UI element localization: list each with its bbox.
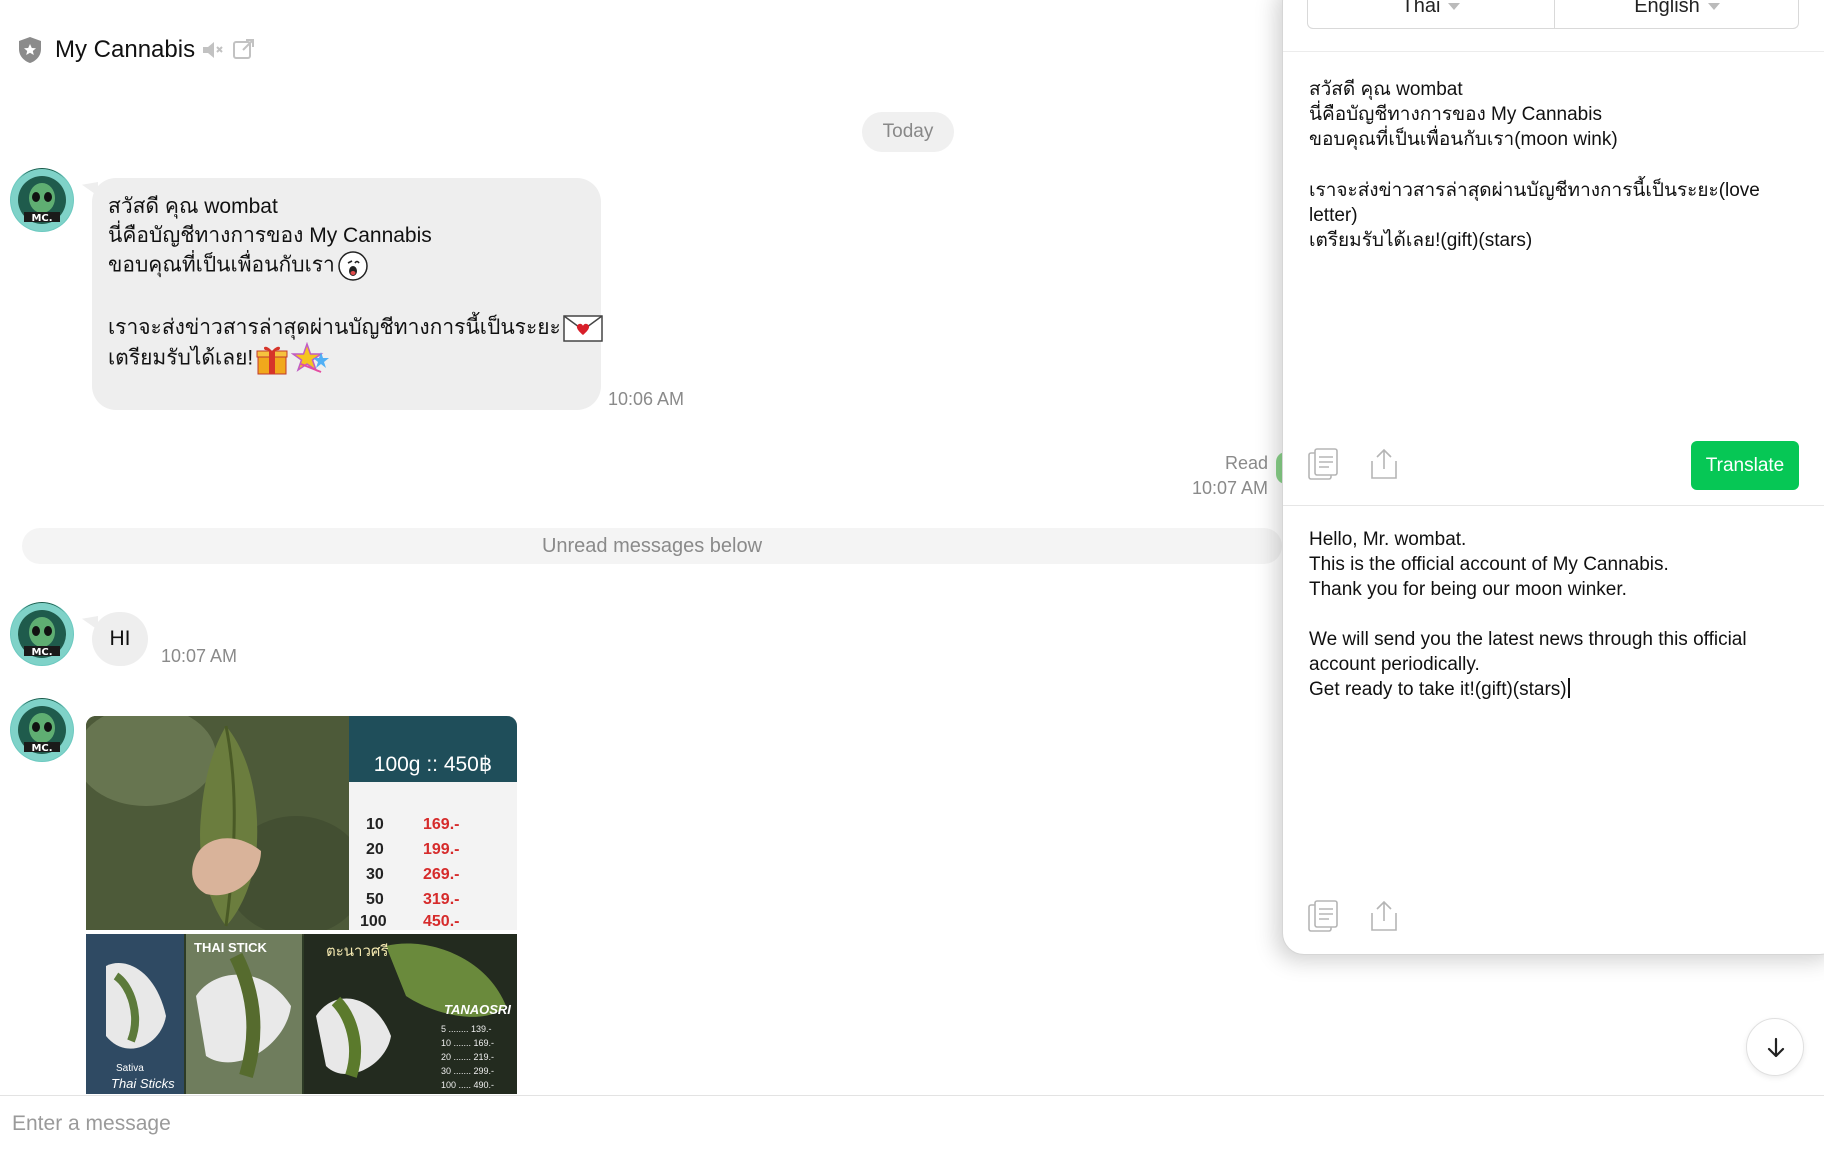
price-value: 319.- [423, 891, 459, 908]
chevron-down-icon [1448, 3, 1461, 11]
message-line: นี่คือบัญชีทางการของ My Cannabis [108, 224, 432, 247]
message-composer [0, 1095, 1824, 1152]
svg-text:30 ....... 299.-: 30 ....... 299.- [441, 1066, 494, 1076]
price-qty: 20 [366, 841, 384, 858]
result-line: Hello, Mr. wombat. [1309, 529, 1467, 550]
result-line-text: Get ready to take it!(gift)(stars) [1309, 679, 1567, 700]
source-textarea[interactable]: สวัสดี คุณ wombat นี่คือบัญชีทางการของ M… [1309, 77, 1789, 253]
svg-text:MC.: MC. [31, 213, 52, 224]
image-message[interactable]: 100g :: 450฿ 10 169.- 20 199.- 30 269.- … [86, 716, 517, 1094]
divider [1283, 505, 1824, 506]
text-cursor [1567, 678, 1570, 698]
tile-label: ตะนาวศรี [326, 942, 388, 960]
message-line: เตรียมรับได้เลย! [108, 342, 585, 375]
share-icon[interactable] [1367, 899, 1401, 933]
tile-label: TANAOSRI [444, 1002, 511, 1017]
svg-text:MC.: MC. [31, 743, 52, 754]
avatar[interactable]: MC. [10, 698, 74, 762]
price-value: 199.- [423, 841, 459, 858]
language-selector: Thai English [1307, 0, 1799, 29]
scroll-to-bottom-button[interactable] [1746, 1018, 1804, 1076]
message-line-text: เตรียมรับได้เลย! [108, 346, 254, 370]
source-line: เราจะส่งข่าวสารล่าสุดผ่านบัญชีทางการนี้เ… [1309, 180, 1760, 201]
price-qty: 30 [366, 866, 384, 883]
source-line: ขอบคุณที่เป็นเพื่อนกับเรา(moon wink) [1309, 129, 1618, 150]
shield-icon [19, 37, 41, 63]
svg-text:100 ..... 490.-: 100 ..... 490.- [441, 1080, 494, 1090]
love-letter-emoji-icon [563, 315, 603, 343]
svg-text:20 ....... 219.-: 20 ....... 219.- [441, 1052, 494, 1062]
price-qty: 50 [366, 891, 384, 908]
price-value: 169.- [423, 816, 459, 833]
price-header: 100g :: 450฿ [374, 753, 492, 776]
source-line: letter) [1309, 205, 1358, 226]
target-language-dropdown[interactable]: English [1554, 0, 1800, 18]
message-input[interactable] [12, 1108, 1212, 1140]
arrow-down-icon [1767, 1037, 1785, 1058]
source-language-label: Thai [1401, 0, 1441, 17]
price-value: 450.- [423, 913, 459, 930]
message-line-text: เราจะส่งข่าวสารล่าสุดผ่านบัญชีทางการนี้เ… [108, 316, 561, 339]
message-bubble[interactable]: HI [92, 612, 148, 666]
result-line: We will send you the latest news through… [1309, 629, 1747, 650]
message-time: 10:07 AM [161, 646, 238, 666]
date-separator: Today [862, 112, 954, 152]
message-line: ขอบคุณที่เป็นเพื่อนกับเรา [108, 250, 585, 281]
share-icon[interactable] [1367, 447, 1401, 481]
tile-label: Thai Sticks [111, 1076, 175, 1091]
moon-wink-emoji-icon [338, 251, 368, 281]
gift-emoji-icon [256, 346, 288, 375]
source-line: นี่คือบัญชีทางการของ My Cannabis [1309, 104, 1602, 125]
speaker-icon[interactable] [200, 38, 224, 62]
tile-label: THAI STICK [194, 940, 268, 955]
source-line: สวัสดี คุณ wombat [1309, 79, 1463, 100]
result-line: account periodically. [1309, 654, 1480, 675]
target-language-label: English [1634, 0, 1700, 17]
translate-button[interactable]: Translate [1691, 441, 1799, 490]
result-line: This is the official account of My Canna… [1309, 554, 1669, 575]
message-bubble[interactable]: สวัสดี คุณ wombat นี่คือบัญชีทางการของ M… [92, 178, 603, 410]
avatar[interactable]: MC. [10, 602, 74, 666]
read-time: 10:07 AM [1191, 478, 1268, 498]
svg-text:MC.: MC. [31, 647, 52, 658]
read-label: Read [1224, 453, 1268, 473]
message-time: 10:06 AM [608, 389, 685, 409]
tile-label: Sativa [116, 1063, 144, 1074]
avatar[interactable]: MC. [10, 168, 74, 232]
unread-divider: Unread messages below [22, 528, 1282, 564]
stars-emoji-icon [291, 342, 330, 373]
divider [1283, 51, 1824, 52]
message-line-text: ขอบคุณที่เป็นเพื่อนกับเรา [108, 253, 335, 277]
price-value: 269.- [423, 866, 459, 883]
read-status: Read 10:07 AM [1192, 451, 1268, 501]
price-qty: 100 [360, 913, 387, 930]
result-line: Thank you for being our moon winker. [1309, 579, 1627, 600]
message-line: สวัสดี คุณ wombat [108, 195, 278, 218]
alien-logo-icon: MC. [11, 169, 73, 231]
result-line-last: Get ready to take it!(gift)(stars) [1309, 677, 1809, 702]
translate-panel: Thai English สวัสดี คุณ wombat นี่คือบัญ… [1282, 0, 1824, 955]
copy-icon[interactable] [1307, 899, 1341, 933]
message-line: เราจะส่งข่าวสารล่าสุดผ่านบัญชีทางการนี้เ… [108, 313, 603, 343]
svg-text:10 ....... 169.-: 10 ....... 169.- [441, 1038, 494, 1048]
chevron-down-icon [1707, 3, 1720, 11]
source-language-dropdown[interactable]: Thai [1308, 0, 1554, 18]
source-line: เตรียมรับได้เลย!(gift)(stars) [1309, 230, 1533, 251]
price-qty: 10 [366, 816, 384, 833]
copy-icon[interactable] [1307, 447, 1341, 481]
alien-logo-icon: MC. [11, 699, 73, 761]
alien-logo-icon: MC. [11, 603, 73, 665]
translation-output[interactable]: Hello, Mr. wombat. This is the official … [1309, 527, 1809, 702]
popout-icon[interactable] [232, 37, 256, 61]
chat-title: My Cannabis [55, 36, 196, 63]
svg-text:5 ........ 139.-: 5 ........ 139.- [441, 1024, 492, 1034]
